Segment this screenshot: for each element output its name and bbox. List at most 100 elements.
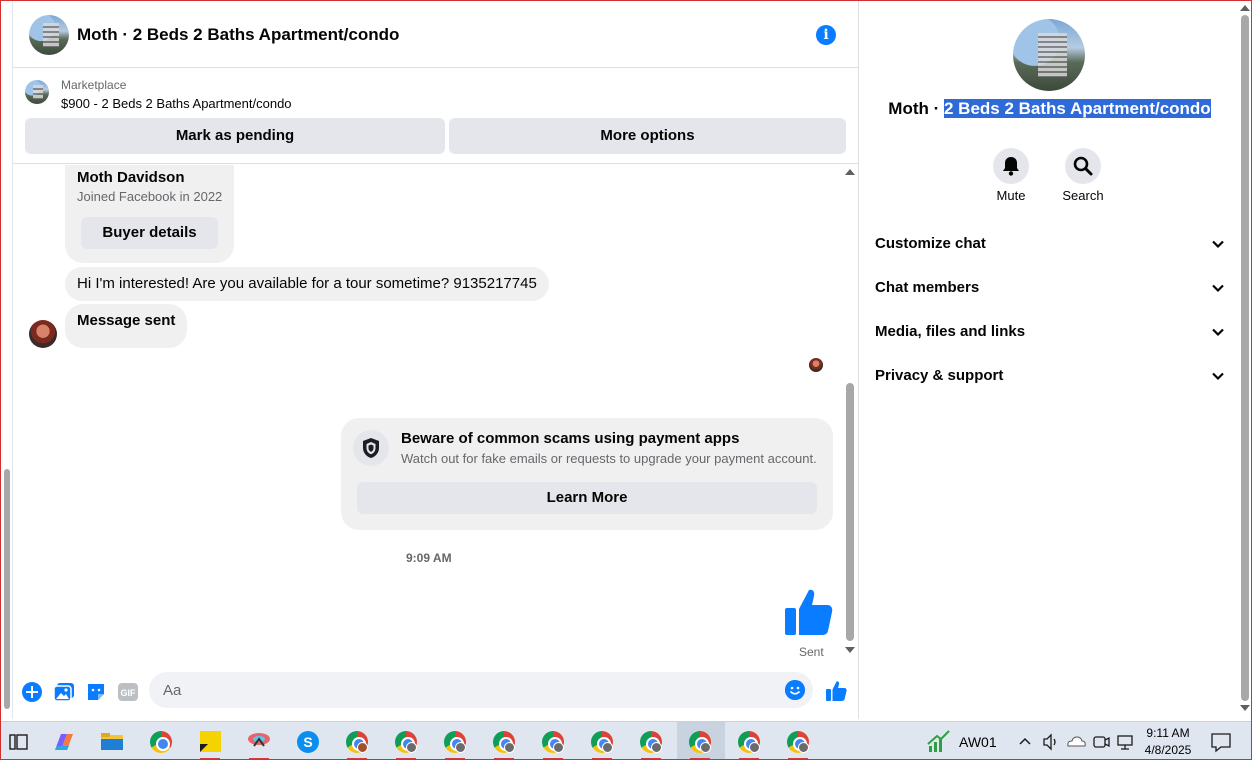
menu-chat-members[interactable]: Chat members <box>875 269 1225 309</box>
mute-button[interactable] <box>993 148 1029 184</box>
listing-avatar[interactable] <box>29 15 69 55</box>
app-window: Moth · 2 Beds 2 Baths Apartment/condo i … <box>0 0 1252 760</box>
shield-icon <box>353 430 389 466</box>
chrome-icon[interactable] <box>143 728 179 756</box>
left-scrollbar-thumb[interactable] <box>4 469 10 709</box>
details-avatar[interactable] <box>1013 19 1085 91</box>
chevron-down-icon <box>1212 328 1224 337</box>
network-icon[interactable] <box>1113 728 1137 756</box>
marketplace-listing-bar: Marketplace $900 - 2 Beds 2 Baths Apartm… <box>13 68 858 164</box>
chrome-profile-icon[interactable] <box>731 728 767 759</box>
menu-label: Customize chat <box>875 235 986 252</box>
sticky-notes-icon[interactable] <box>192 728 228 759</box>
scam-title: Beware of common scams using payment app… <box>401 430 740 447</box>
chrome-profile-icon[interactable] <box>633 728 669 759</box>
message-input[interactable] <box>149 672 813 708</box>
message-bubble[interactable]: Hi I'm interested! Are you available for… <box>65 267 549 301</box>
chrome-profile-icon[interactable] <box>780 728 816 759</box>
taskbar: S AW01 9:11 AM 4/8/2025 <box>1 721 1251 759</box>
listing-thumbnail[interactable] <box>25 80 49 104</box>
details-title-prefix: Moth · <box>888 99 944 118</box>
notifications-icon[interactable] <box>1207 728 1235 756</box>
gif-icon-label: GIF <box>121 688 137 698</box>
details-title[interactable]: Moth · 2 Beds 2 Baths Apartment/condo <box>859 99 1240 119</box>
menu-privacy-support[interactable]: Privacy & support <box>875 357 1225 397</box>
chrome-profile-icon[interactable] <box>486 728 522 759</box>
chrome-profile-icon[interactable] <box>437 728 473 759</box>
info-icon[interactable]: i <box>816 25 836 45</box>
meet-now-icon[interactable] <box>1089 728 1113 756</box>
composer: GIF <box>13 665 858 719</box>
scroll-down-arrow-icon[interactable] <box>1240 705 1250 711</box>
search-icon <box>1073 156 1093 176</box>
chevron-down-icon <box>1212 372 1224 381</box>
like-status: Sent <box>799 645 824 659</box>
file-explorer-icon[interactable] <box>94 728 130 756</box>
chat-scrollbar-thumb[interactable] <box>846 383 854 641</box>
menu-customize-chat[interactable]: Customize chat <box>875 225 1225 265</box>
details-panel: Moth · 2 Beds 2 Baths Apartment/condo Mu… <box>858 1 1239 719</box>
details-scrollbar[interactable] <box>1239 1 1251 719</box>
emoji-icon[interactable] <box>785 680 805 700</box>
svg-text:S: S <box>303 734 312 750</box>
menu-label: Media, files and links <box>875 323 1026 340</box>
buyer-profile-card: Moth Davidson Joined Facebook in 2022 Bu… <box>65 165 234 263</box>
thumbs-up-icon[interactable] <box>783 587 833 637</box>
more-options-button[interactable]: More options <box>449 118 846 154</box>
chevron-up-icon[interactable] <box>1013 728 1037 756</box>
chat-pane: Moth · 2 Beds 2 Baths Apartment/condo i … <box>13 1 858 719</box>
listing-price[interactable]: $900 - 2 Beds 2 Baths Apartment/condo <box>61 96 292 111</box>
scam-body: Watch out for fake emails or requests to… <box>401 451 817 466</box>
buyer-name: Moth Davidson <box>77 169 185 186</box>
onedrive-icon[interactable] <box>1063 728 1089 756</box>
like-button-icon[interactable] <box>825 680 847 702</box>
details-scrollbar-thumb[interactable] <box>1241 15 1249 701</box>
message-bubble[interactable]: Message sent <box>65 304 188 348</box>
sender-avatar[interactable] <box>29 320 57 348</box>
chevron-down-icon <box>1212 240 1224 249</box>
clock-date[interactable]: 4/8/2025 <box>1139 743 1197 757</box>
chat-header: Moth · 2 Beds 2 Baths Apartment/condo i <box>13 1 858 68</box>
seen-indicator-avatar <box>809 358 823 372</box>
volume-icon[interactable] <box>1039 728 1063 756</box>
mute-label: Mute <box>996 188 1026 203</box>
chat-title[interactable]: Moth · 2 Beds 2 Baths Apartment/condo <box>77 25 399 45</box>
scroll-up-arrow-icon[interactable] <box>845 169 855 175</box>
task-view-icon[interactable] <box>1 728 37 756</box>
chevron-down-icon <box>1212 284 1224 293</box>
buyer-details-button[interactable]: Buyer details <box>81 217 218 249</box>
menu-label: Chat members <box>875 279 980 296</box>
chrome-profile-icon[interactable] <box>388 728 424 759</box>
gif-icon[interactable]: GIF <box>117 681 139 703</box>
plus-circle-icon[interactable] <box>21 681 43 703</box>
sticker-icon[interactable] <box>85 681 107 703</box>
chrome-profile-icon[interactable] <box>339 728 375 759</box>
mark-as-pending-button[interactable]: Mark as pending <box>25 118 445 154</box>
chrome-profile-icon[interactable] <box>535 728 571 759</box>
chrome-profile-icon[interactable] <box>584 728 620 759</box>
chat-scrollbar[interactable] <box>843 165 858 659</box>
learn-more-button[interactable]: Learn More <box>357 482 817 514</box>
message-timestamp: 9:09 AM <box>406 551 452 565</box>
scroll-up-arrow-icon[interactable] <box>1240 5 1250 11</box>
menu-media-files-links[interactable]: Media, files and links <box>875 313 1225 353</box>
details-title-selected: 2 Beds 2 Baths Apartment/condo <box>944 99 1211 118</box>
chrome-profile-icon[interactable] <box>682 728 718 759</box>
scam-warning-card: Beware of common scams using payment app… <box>341 418 833 530</box>
listing-source: Marketplace <box>61 78 127 92</box>
left-scrollbar[interactable] <box>1 1 13 719</box>
snipping-tool-icon[interactable] <box>241 728 277 759</box>
bell-icon <box>1003 157 1019 176</box>
photo-icon[interactable] <box>53 681 75 703</box>
tray-widget-label[interactable]: AW01 <box>959 734 997 750</box>
stocks-widget-icon[interactable] <box>921 728 957 756</box>
clock-time[interactable]: 9:11 AM <box>1139 726 1197 740</box>
message-list[interactable]: Moth Davidson Joined Facebook in 2022 Bu… <box>13 165 858 665</box>
copilot-icon[interactable] <box>45 728 81 756</box>
menu-label: Privacy & support <box>875 367 1004 384</box>
scroll-down-arrow-icon[interactable] <box>845 647 855 653</box>
search-button[interactable] <box>1065 148 1101 184</box>
search-label: Search <box>1062 188 1104 203</box>
buyer-joined: Joined Facebook in 2022 <box>77 189 223 204</box>
skype-icon[interactable]: S <box>290 728 326 756</box>
